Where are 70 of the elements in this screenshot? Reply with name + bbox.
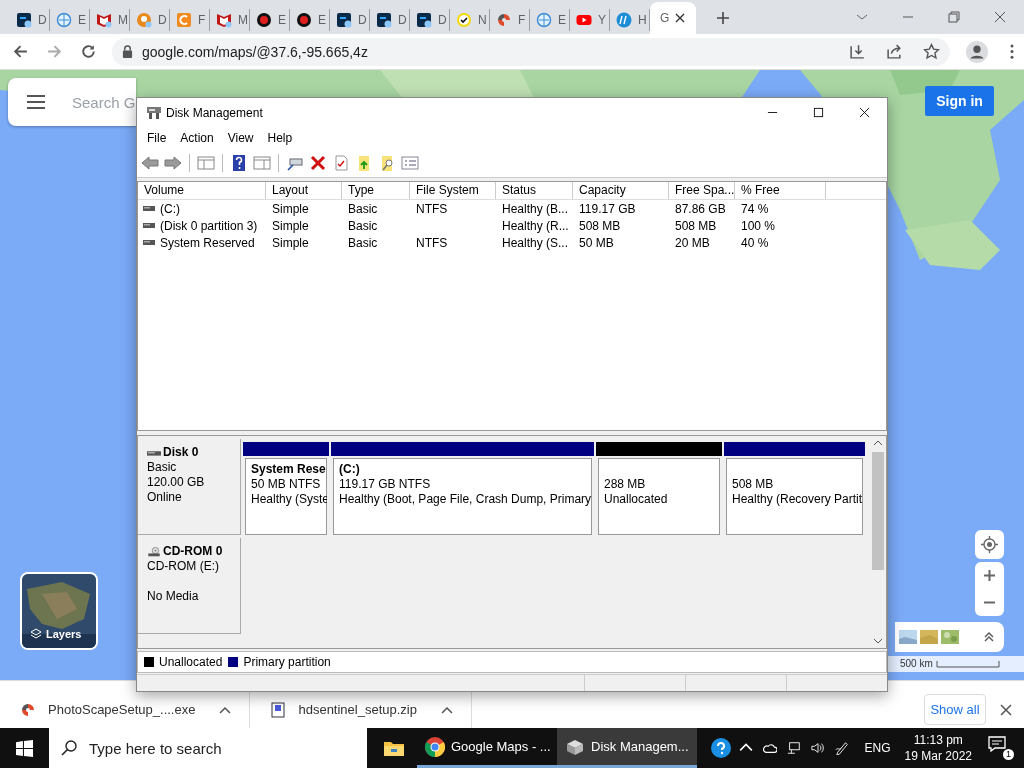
download-name[interactable]: PhotoScapeSetup_....exe xyxy=(48,702,196,717)
browser-tab[interactable]: N xyxy=(450,9,490,31)
search-icon xyxy=(61,740,77,756)
play-icon xyxy=(576,12,592,28)
record-icon xyxy=(256,12,272,28)
profile-icon[interactable] xyxy=(966,40,988,63)
browser-tab[interactable]: E xyxy=(530,9,570,31)
notification-button[interactable]: 1 xyxy=(988,736,1014,760)
shield-icon xyxy=(216,12,232,28)
download-icon[interactable] xyxy=(849,43,866,60)
browser-tab[interactable]: M xyxy=(210,9,250,31)
app-icon xyxy=(336,12,352,28)
circle-icon xyxy=(136,12,152,28)
shield-icon xyxy=(96,12,112,28)
browser-tab[interactable]: F xyxy=(490,9,530,31)
globe-icon xyxy=(536,12,552,28)
app-icon xyxy=(376,12,392,28)
reload-icon[interactable] xyxy=(80,43,97,60)
lock-icon xyxy=(122,45,133,58)
app-icon xyxy=(416,12,432,28)
app-icon xyxy=(16,12,32,28)
address-field[interactable]: google.com/maps/@37.6,-95.665,4z xyxy=(112,37,950,66)
browser-tab[interactable]: D xyxy=(10,9,50,31)
app-icon xyxy=(176,12,192,28)
browser-tab[interactable]: E xyxy=(50,9,90,31)
browser-tab[interactable]: D xyxy=(410,9,450,31)
browser-tab[interactable]: F xyxy=(170,9,210,31)
show-all-button[interactable]: Show all xyxy=(924,694,986,725)
volume-icon[interactable] xyxy=(810,741,825,755)
download-name[interactable]: hdsentinel_setup.zip xyxy=(298,702,417,717)
swirl-icon xyxy=(20,701,36,718)
back-icon[interactable] xyxy=(12,43,29,60)
record-icon xyxy=(296,12,312,28)
network-icon[interactable] xyxy=(786,741,801,755)
globe-icon xyxy=(56,12,72,28)
swirl-icon xyxy=(496,12,512,28)
caret-icon[interactable] xyxy=(441,705,453,714)
share-icon[interactable] xyxy=(886,43,903,60)
windows-logo-icon[interactable] xyxy=(16,739,33,757)
folder-icon[interactable] xyxy=(383,739,405,757)
clock-date[interactable]: 19 Mar 2022 xyxy=(904,749,972,763)
restore-icon[interactable] xyxy=(948,11,960,23)
caret-icon[interactable] xyxy=(219,705,232,714)
message-icon xyxy=(988,736,1006,752)
close-icon[interactable] xyxy=(1000,703,1012,716)
clock-time[interactable]: 11:13 pm xyxy=(913,733,963,747)
browser-tab[interactable]: Y xyxy=(570,9,610,31)
language-indicator[interactable]: ENG xyxy=(864,741,891,755)
chrome-icon xyxy=(425,736,445,757)
browser-tab[interactable]: E xyxy=(250,9,290,31)
search-field[interactable]: Type here to search xyxy=(49,728,367,768)
star-icon[interactable] xyxy=(923,43,940,60)
notification-count: 1 xyxy=(1003,749,1014,760)
browser-tab[interactable]: M xyxy=(90,9,130,31)
circle-icon xyxy=(616,12,632,28)
new-tab-icon[interactable] xyxy=(716,11,730,25)
check-icon xyxy=(456,12,472,28)
browser-tab[interactable]: D xyxy=(370,9,410,31)
close-icon[interactable] xyxy=(675,13,686,23)
pen-icon[interactable] xyxy=(834,741,849,755)
cloud-icon[interactable] xyxy=(762,741,777,755)
taskbar-app[interactable]: Disk Managem... xyxy=(557,728,697,768)
browser-tab[interactable]: E xyxy=(290,9,330,31)
browser-tab[interactable]: D xyxy=(130,9,170,31)
browser-tab[interactable]: G xyxy=(650,2,696,34)
menu-icon[interactable] xyxy=(1010,44,1014,59)
browser-tab[interactable]: D xyxy=(330,9,370,31)
archive-icon xyxy=(270,701,287,718)
browser-tab[interactable]: H xyxy=(610,9,650,31)
help-icon[interactable] xyxy=(710,738,731,758)
